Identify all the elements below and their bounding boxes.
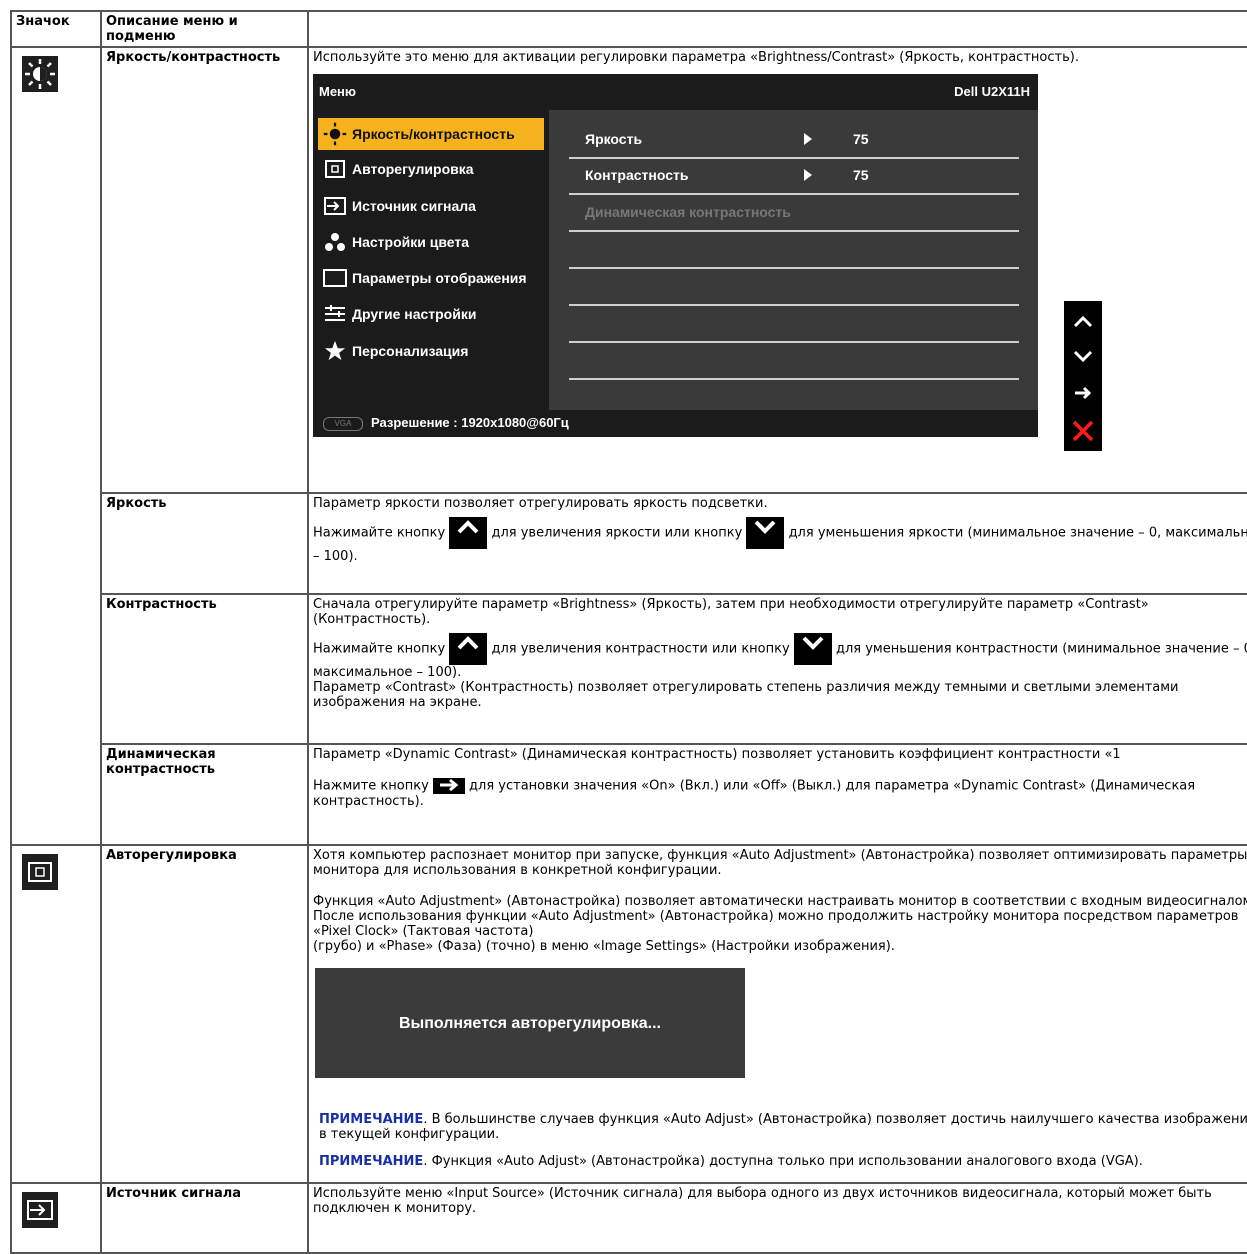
row-description: Используйте меню «Input Source» (Источни… (307, 1182, 1247, 1254)
osd-sub-item-contrast: Контрастность 75 (569, 159, 1019, 195)
auto-adjust-icon (22, 854, 58, 890)
table-row: Динамическая контрастность Параметр «Dyn… (11, 743, 1247, 846)
vga-connector-icon: VGA (323, 417, 363, 431)
other-settings-icon (318, 305, 352, 323)
row-description: Используйте это меню для активации регул… (307, 46, 1247, 494)
brightness-icon (22, 56, 58, 92)
row-description: Параметр яркости позволяет отрегулироват… (307, 492, 1247, 595)
row-name: Яркость/контрастность (100, 46, 309, 494)
osd-menu-item-personalize: Персонализация (318, 335, 544, 367)
osd-title: Меню (319, 84, 357, 99)
enter-arrow-icon (1064, 375, 1102, 411)
osd-sub-item-empty (569, 270, 1019, 306)
input-source-icon (318, 197, 352, 215)
row-name: Источник сигнала (100, 1182, 309, 1254)
color-settings-icon (318, 232, 352, 252)
table-row: Контрастность Сначала отрегулируйте пара… (11, 593, 1247, 745)
row-description: Сначала отрегулируйте параметр «Brightne… (307, 593, 1247, 745)
osd-menu-item-other: Другие настройки (318, 298, 544, 330)
row-name: Яркость (100, 492, 309, 595)
row-name: Авторегулировка (100, 844, 309, 1184)
table-row: Авторегулировка Хотя компьютер распознае… (10, 844, 1247, 1184)
input-source-icon (22, 1192, 58, 1228)
table-row: Источник сигнала Используйте меню «Input… (10, 1182, 1247, 1254)
osd-nav-buttons (1064, 301, 1102, 451)
up-icon (449, 633, 488, 665)
row-name: Динамическая контрастность (100, 743, 309, 846)
display-settings-icon (318, 269, 352, 287)
description-text: Используйте это меню для активации регул… (313, 50, 1079, 65)
osd-menu-item-color: Настройки цвета (318, 226, 544, 258)
auto-adjust-icon (318, 160, 352, 178)
osd-sub-item-brightness: Яркость 75 (569, 123, 1019, 159)
osd-sub-item-empty (569, 233, 1019, 269)
osd-menu-item-brightness: Яркость/контрастность (318, 118, 544, 150)
down-icon (746, 517, 785, 549)
menu-description-table: Значок Описание меню и подменю Яркость/к… (10, 10, 1247, 1254)
icon-cell (10, 46, 102, 846)
header-description: Описание меню и подменю (100, 10, 309, 48)
brightness-icon (318, 122, 352, 146)
row-name: Контрастность (100, 593, 309, 745)
enter-arrow-icon (432, 778, 465, 794)
osd-sub-item-empty (569, 307, 1019, 343)
table-row: Яркость/контрастность Используйте это ме… (10, 46, 1247, 846)
icon-cell (10, 844, 102, 1184)
down-icon (793, 633, 832, 665)
right-triangle-icon (804, 133, 812, 145)
star-icon (318, 340, 352, 362)
header-icon: Значок (10, 10, 102, 48)
down-icon (1064, 339, 1102, 375)
osd-menu-item-input: Источник сигнала (318, 190, 544, 222)
auto-adjust-progress-box: Выполняется авторегулировка... (315, 968, 745, 1078)
osd-sub-item-empty (569, 344, 1019, 380)
osd-model: Dell U2X11H (954, 84, 1030, 99)
note-label: ПРИМЕЧАНИЕ (319, 1112, 424, 1127)
osd-menu-screenshot: Меню Dell U2X11H Яркость/контрастность А… (313, 74, 1038, 437)
right-triangle-icon (804, 169, 812, 181)
exit-x-icon (1064, 413, 1102, 449)
row-description: Хотя компьютер распознает монитор при за… (307, 844, 1247, 1184)
icon-cell (10, 1182, 102, 1254)
row-description: Параметр «Dynamic Contrast» (Динамическа… (307, 743, 1247, 846)
table-header-row: Значок Описание меню и подменю (10, 10, 1247, 48)
osd-menu-item-display: Параметры отображения (318, 262, 544, 294)
osd-menu-item-auto: Авторегулировка (318, 153, 544, 185)
note-label: ПРИМЕЧАНИЕ (319, 1154, 424, 1169)
up-icon (1064, 303, 1102, 339)
document: Значок Описание меню и подменю Яркость/к… (0, 0, 1247, 1254)
table-row: Яркость Параметр яркости позволяет отрег… (11, 492, 1247, 595)
osd-sub-item-dynamic: Динамическая контрастность (569, 196, 1019, 232)
up-icon (449, 517, 488, 549)
osd-resolution: Разрешение : 1920x1080@60Гц (371, 415, 569, 430)
